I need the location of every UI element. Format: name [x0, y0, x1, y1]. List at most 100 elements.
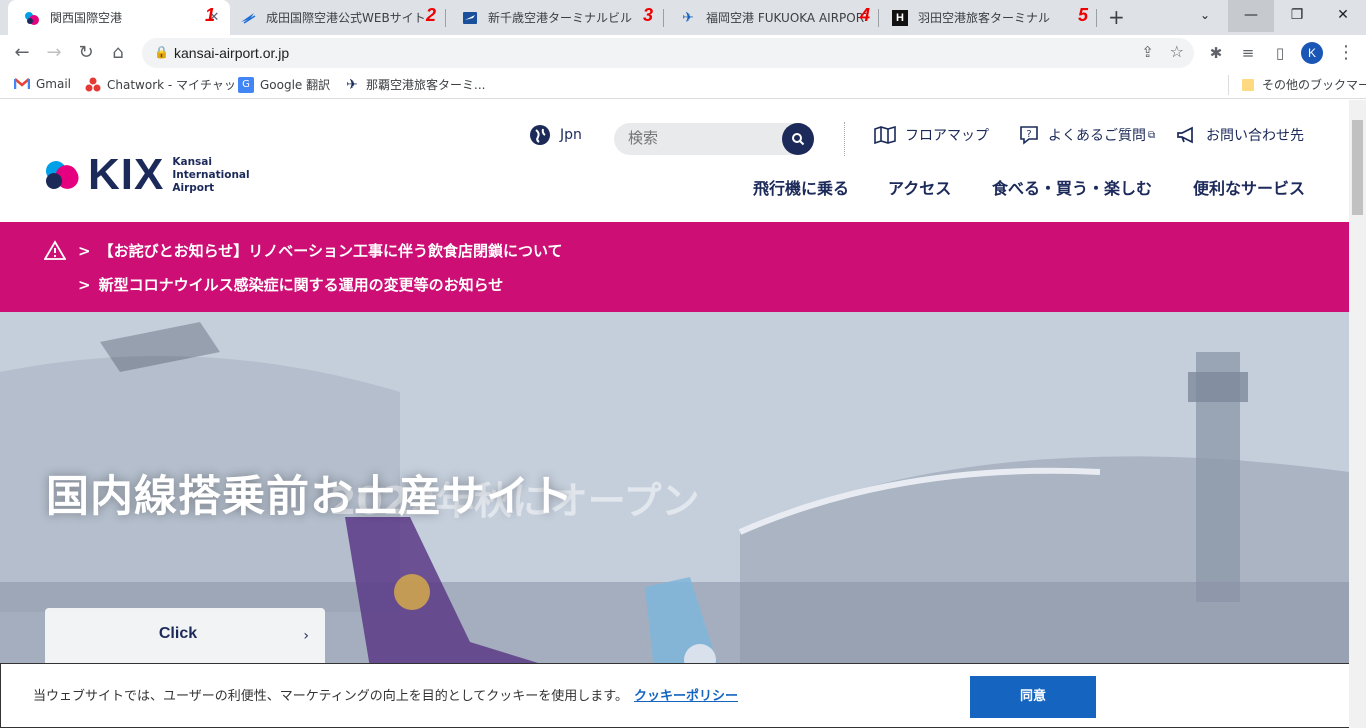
bookmark-label: Chatwork - マイチャット	[107, 78, 248, 92]
tab-marker-4: 4	[860, 5, 871, 25]
site-header: KIX Kansai International Airport Jpn フロア…	[0, 100, 1349, 222]
svg-text:?: ?	[1026, 129, 1031, 140]
tab-fukuoka[interactable]: ✈ 福岡空港 FUKUOKA AIRPORT	[664, 0, 874, 35]
tab-marker-2: 2	[426, 5, 437, 25]
tab-title: 羽田空港旅客ターミナル	[918, 11, 1051, 25]
bookmark-label: その他のブックマーク	[1262, 78, 1366, 92]
hero-click-button[interactable]: Click ›	[45, 608, 325, 668]
bookmarks-bar: Gmail Chatwork - マイチャット G Google 翻訳 ✈ 那覇…	[0, 71, 1366, 99]
nav-fly[interactable]: 飛行機に乗る	[753, 175, 849, 199]
nav-access[interactable]: アクセス	[888, 175, 951, 199]
tab-title: 関西国際空港	[50, 11, 123, 25]
tab-title: 福岡空港 FUKUOKA AIRPORT	[706, 11, 866, 25]
faq-link[interactable]: ? よくあるご質問 ⧉	[1018, 125, 1155, 145]
menu-kebab-icon[interactable]: ⋮	[1334, 41, 1358, 65]
bookmark-label: 那覇空港旅客ターミ...	[366, 78, 486, 92]
kix-mark-icon	[46, 161, 79, 189]
gmail-icon	[14, 76, 30, 92]
narita-favicon-icon	[240, 10, 256, 26]
kix-favicon-icon	[24, 10, 40, 26]
search-input[interactable]	[628, 129, 778, 147]
tab-marker-5: 5	[1078, 5, 1089, 25]
megaphone-icon	[1177, 126, 1193, 144]
contact-link[interactable]: お問い合わせ先	[1176, 125, 1304, 145]
bookmark-google-translate[interactable]: G Google 翻訳	[238, 76, 330, 93]
nav-services[interactable]: 便利なサービス	[1193, 175, 1305, 199]
chatwork-icon	[85, 77, 101, 93]
bookmark-chatwork[interactable]: Chatwork - マイチャット	[85, 76, 248, 93]
alert-link-covid[interactable]: > 新型コロナウイルス感染症に関する運用の変更等のお知らせ	[78, 274, 503, 295]
tab-strip: 関西国際空港 ✕ 1 成田国際空港公式WEBサイト 2 新千歳空港ターミナルビル…	[0, 0, 1366, 35]
header-divider	[844, 122, 845, 156]
scrollbar-thumb[interactable]	[1352, 120, 1363, 215]
alert-link-renovation[interactable]: > 【お詫びとお知らせ】リノベーション工事に伴う飲食店閉鎖について	[78, 240, 563, 261]
kix-logo[interactable]: KIX Kansai International Airport	[44, 150, 250, 200]
folder-icon	[1240, 77, 1256, 93]
profile-avatar[interactable]: K	[1301, 42, 1323, 64]
floor-map-link[interactable]: フロアマップ	[874, 125, 989, 145]
close-window-icon[interactable]: ✕	[1320, 0, 1366, 32]
address-bar[interactable]: 🔒 kansai-airport.or.jp ⇪ ☆	[142, 38, 1194, 68]
cookie-agree-button[interactable]: 同意	[970, 676, 1096, 718]
minimize-icon[interactable]: —	[1228, 0, 1274, 32]
faq-label: よくあるご質問	[1048, 128, 1146, 144]
url-text: kansai-airport.or.jp	[174, 45, 290, 61]
share-icon[interactable]: ⇪	[1141, 43, 1154, 61]
bookmark-star-icon[interactable]: ☆	[1170, 42, 1184, 61]
side-panel-icon[interactable]: ▯	[1268, 41, 1292, 65]
extensions-icon[interactable]: ✱	[1204, 41, 1228, 65]
browser-toolbar: ← → ↻ ⌂ 🔒 kansai-airport.or.jp ⇪ ☆ ✱ ≡ ▯…	[0, 35, 1366, 71]
back-icon[interactable]: ←	[10, 41, 34, 65]
tab-search-chevron-icon[interactable]: ⌄	[1182, 0, 1228, 32]
tab-new-chitose[interactable]: 新千歳空港ターミナルビル	[446, 0, 664, 35]
map-icon	[874, 126, 896, 144]
page-scrollbar[interactable]	[1349, 100, 1366, 728]
tab-kansai[interactable]: 関西国際空港 ✕	[8, 0, 230, 35]
language-switch[interactable]: Jpn	[530, 125, 582, 145]
logo-subtitle: Kansai International Airport	[172, 155, 250, 194]
bookmark-label: Google 翻訳	[260, 78, 331, 92]
media-control-icon[interactable]: ≡	[1236, 41, 1260, 65]
new-chitose-favicon-icon	[462, 10, 478, 26]
cookie-policy-link[interactable]: クッキーポリシー	[634, 689, 738, 704]
site-search	[614, 123, 814, 155]
reload-icon[interactable]: ↻	[74, 41, 98, 65]
hero-title: 国内線搭乗前お土産サイト	[46, 472, 574, 522]
logo-wordmark: KIX	[88, 150, 165, 199]
tab-title: 成田国際空港公式WEBサイト	[266, 11, 426, 25]
bookmarks-divider	[1228, 75, 1229, 95]
chevron-right-icon: >	[78, 276, 91, 294]
tab-marker-3: 3	[643, 5, 654, 25]
tab-haneda[interactable]: H 羽田空港旅客ターミナル	[876, 0, 1096, 35]
globe-icon	[530, 125, 550, 145]
warning-icon	[44, 240, 66, 260]
lock-icon: 🔒	[154, 45, 169, 59]
cookie-message: 当ウェブサイトでは、ユーザーの利便性、マーケティングの向上を目的としてクッキーを…	[33, 689, 739, 704]
question-icon: ?	[1020, 126, 1038, 145]
search-icon	[792, 133, 805, 146]
new-tab-icon[interactable]: +	[1108, 5, 1125, 29]
bookmark-label: Gmail	[36, 77, 72, 91]
other-bookmarks[interactable]: その他のブックマーク	[1240, 76, 1366, 93]
language-label: Jpn	[560, 127, 582, 143]
nav-eat-shop[interactable]: 食べる・買う・楽しむ	[992, 175, 1152, 199]
contact-label: お問い合わせ先	[1206, 128, 1304, 144]
tab-separator	[1096, 9, 1097, 27]
page-viewport: KIX Kansai International Airport Jpn フロア…	[0, 100, 1366, 728]
fukuoka-airplane-icon: ✈	[682, 9, 694, 26]
tab-narita[interactable]: 成田国際空港公式WEBサイト	[224, 0, 444, 35]
chevron-right-icon: ›	[303, 628, 309, 644]
bookmark-naha[interactable]: ✈ 那覇空港旅客ターミ...	[344, 76, 485, 93]
search-button[interactable]	[782, 123, 814, 155]
tab-marker-1: 1	[205, 5, 216, 25]
alert-banner: > 【お詫びとお知らせ】リノベーション工事に伴う飲食店閉鎖について > 新型コロナウ…	[0, 222, 1349, 312]
bookmark-gmail[interactable]: Gmail	[14, 76, 71, 92]
floor-map-label: フロアマップ	[905, 128, 989, 144]
haneda-h-icon: H	[892, 9, 908, 26]
home-icon[interactable]: ⌂	[106, 41, 130, 65]
external-link-icon: ⧉	[1148, 129, 1156, 141]
forward-icon[interactable]: →	[42, 41, 66, 65]
restore-icon[interactable]: ❐	[1274, 0, 1320, 32]
chevron-right-icon: >	[78, 242, 91, 260]
cta-label: Click	[158, 625, 198, 642]
